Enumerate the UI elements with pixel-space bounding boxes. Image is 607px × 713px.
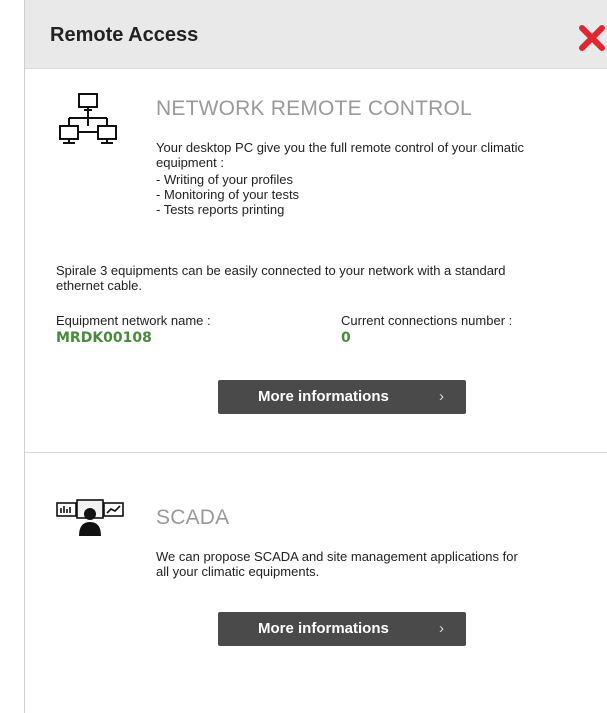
more-info-label: More informations (258, 620, 389, 637)
chevron-right-icon: › (439, 620, 444, 637)
network-section-title: NETWORK REMOTE CONTROL (156, 97, 472, 120)
equipment-name-value: MRDK00108 (56, 330, 152, 346)
connections-value: 0 (341, 330, 351, 346)
feature-item: - Monitoring of your tests (156, 187, 300, 202)
feature-item: - Writing of your profiles (156, 172, 294, 187)
scada-more-info-button[interactable]: More informations › (218, 612, 466, 646)
chevron-right-icon: › (439, 388, 444, 405)
section-divider (25, 452, 607, 453)
dialog-title: Remote Access (50, 24, 199, 46)
scada-description-line2: all your climatic equipments. (156, 564, 320, 579)
close-x-icon[interactable] (578, 24, 606, 52)
close-button[interactable] (578, 24, 606, 52)
connection-info-line1: Spirale 3 equipments can be easily conne… (56, 263, 506, 278)
network-computers-icon (59, 93, 117, 144)
network-description: Your desktop PC give you the full remote… (156, 140, 586, 170)
network-description-line1: Your desktop PC give you the full remote… (156, 140, 525, 155)
scada-section-title: SCADA (156, 506, 230, 529)
scada-monitoring-icon (56, 499, 124, 536)
dialog-header: Remote Access (25, 0, 607, 69)
connections-label: Current connections number : (341, 313, 513, 328)
equipment-name-label: Equipment network name : (56, 313, 211, 328)
scada-description-line1: We can propose SCADA and site management… (156, 549, 518, 564)
feature-list: - Writing of your profiles - Monitoring … (156, 172, 299, 217)
network-more-info-button[interactable]: More informations › (218, 380, 466, 414)
remote-access-dialog: Remote Access NETWORK REMOTE CONTROL You… (24, 0, 607, 713)
more-info-label: More informations (258, 388, 389, 405)
network-description-line2: equipment : (156, 155, 224, 170)
connection-info: Spirale 3 equipments can be easily conne… (56, 263, 596, 293)
connection-info-line2: ethernet cable. (56, 278, 143, 293)
feature-item: - Tests reports printing (156, 202, 285, 217)
scada-description: We can propose SCADA and site management… (156, 549, 586, 579)
